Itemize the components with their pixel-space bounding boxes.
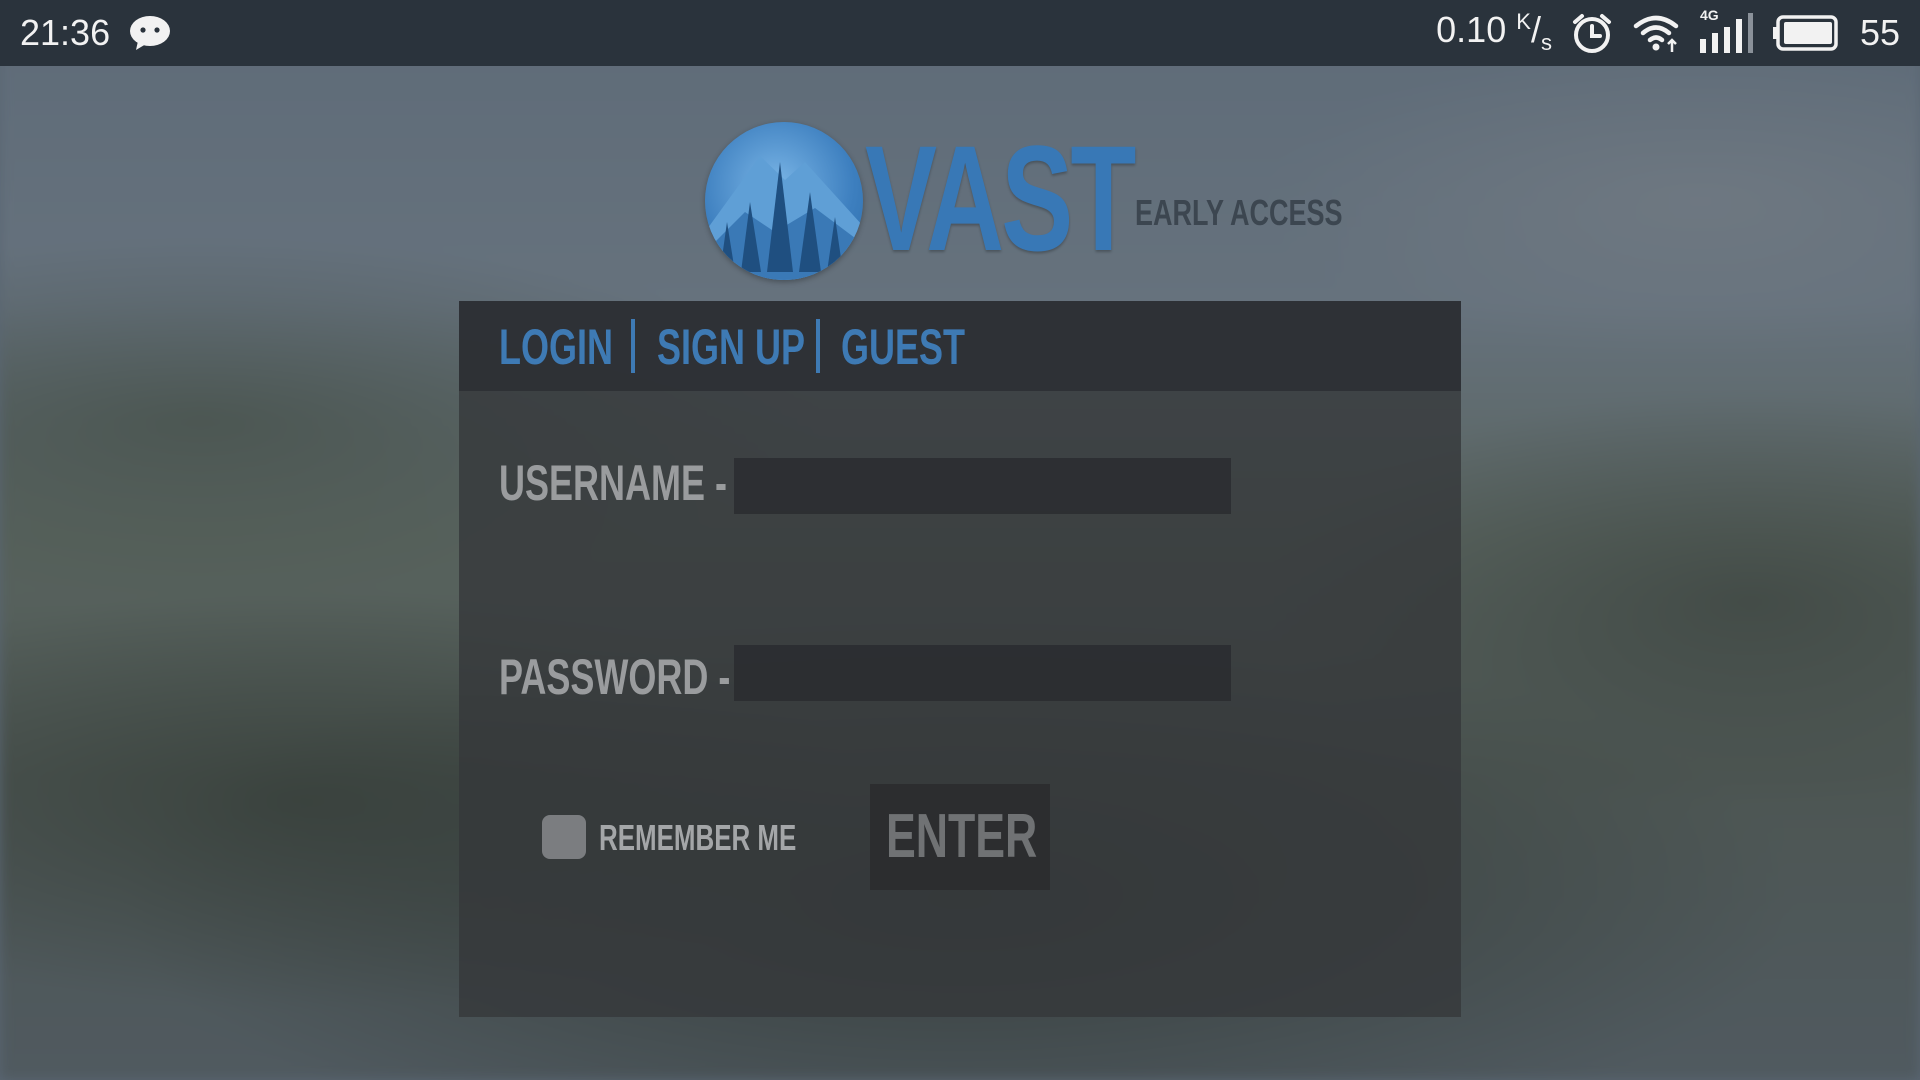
status-bar: 21:36 0.10 K/s 4G 55 <box>0 0 1920 66</box>
status-time: 21:36 <box>20 12 111 53</box>
tab-login[interactable]: LOGIN <box>499 317 613 377</box>
wechat-icon <box>130 16 170 50</box>
username-input[interactable] <box>734 458 1231 514</box>
password-label: PASSWORD - <box>499 649 731 705</box>
wifi-icon <box>1633 15 1679 52</box>
network-speed-unit-bottom: s <box>1540 30 1552 56</box>
tab-divider <box>816 319 820 373</box>
enter-button-label: ENTER <box>886 802 1038 871</box>
network-speed-value: 0.10 <box>1436 9 1507 51</box>
status-right-group: 0.10 K/s 4G 55 <box>1436 7 1900 56</box>
remember-me-checkbox[interactable] <box>542 815 586 859</box>
alarm-clock-icon <box>1572 14 1611 53</box>
login-panel: LOGIN SIGN UP GUEST USERNAME - PASSWORD … <box>459 301 1461 1017</box>
network-speed-unit-top: K <box>1516 9 1531 35</box>
password-input[interactable] <box>734 645 1231 701</box>
logo-subtitle: EARLY ACCESS <box>1135 192 1343 233</box>
cellular-signal-icon: 4G <box>1698 7 1754 55</box>
tab-bar: LOGIN SIGN UP GUEST <box>459 301 1461 391</box>
game-logo: VAST EARLY ACCESS <box>705 114 1343 288</box>
remember-me-label: REMEMBER ME <box>599 817 797 858</box>
logo-wordmark: VAST <box>865 114 1136 282</box>
battery-level: 55 <box>1859 12 1900 53</box>
battery-icon <box>1772 15 1838 51</box>
username-label: USERNAME - <box>499 455 728 511</box>
tab-divider <box>631 319 635 373</box>
mountain-forest-emblem-icon <box>705 122 863 280</box>
tab-guest[interactable]: GUEST <box>841 317 965 377</box>
network-speed: 0.10 K/s <box>1436 9 1552 56</box>
tab-sign-up[interactable]: SIGN UP <box>657 317 805 377</box>
enter-button[interactable]: ENTER <box>870 784 1050 890</box>
